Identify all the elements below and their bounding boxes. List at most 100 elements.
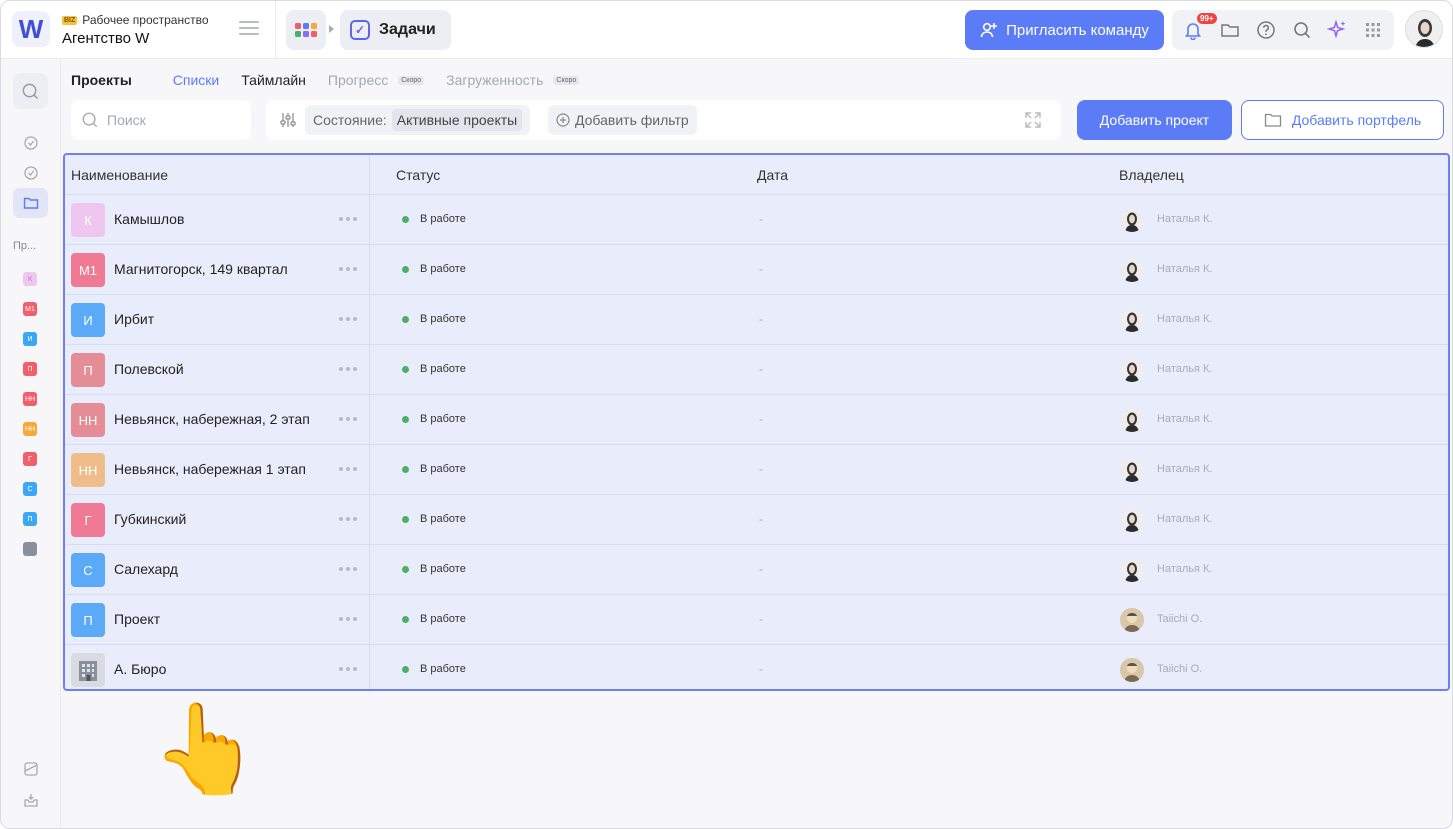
- date-value[interactable]: -: [759, 612, 763, 626]
- column-header-name[interactable]: Наименование: [71, 167, 168, 183]
- more-options-icon[interactable]: [339, 617, 357, 621]
- rail-project[interactable]: М1: [23, 302, 37, 316]
- column-header-status[interactable]: Статус: [396, 167, 440, 183]
- apps-switcher-button[interactable]: [286, 10, 326, 50]
- search-icon[interactable]: [1292, 20, 1312, 40]
- tab-workload[interactable]: Загруженность Скоро: [446, 72, 580, 88]
- status-text[interactable]: В работе: [420, 263, 466, 275]
- workspace-name[interactable]: Агентство W: [62, 30, 149, 47]
- grid-icon[interactable]: [1363, 20, 1383, 40]
- status-text[interactable]: В работе: [420, 463, 466, 475]
- project-name[interactable]: Проект: [114, 611, 160, 627]
- state-filter-chip[interactable]: Состояние: Активные проекты: [305, 105, 531, 135]
- table-row[interactable]: НН Невьянск, набережная, 2 этап В работе - Н…: [65, 395, 1448, 445]
- add-filter-button[interactable]: Добавить фильтр: [548, 105, 697, 135]
- owner-name[interactable]: Taiichi O.: [1157, 613, 1202, 625]
- project-name[interactable]: Ирбит: [114, 311, 154, 327]
- owner-name[interactable]: Наталья К.: [1157, 463, 1212, 475]
- inbox-icon[interactable]: [23, 792, 39, 808]
- archive-icon[interactable]: [23, 761, 39, 777]
- rail-project[interactable]: К: [23, 272, 37, 286]
- invite-team-button[interactable]: Пригласить команду: [965, 10, 1164, 50]
- rail-project[interactable]: И: [23, 332, 37, 346]
- status-text[interactable]: В работе: [420, 313, 466, 325]
- tab-progress[interactable]: Прогресс Скоро: [328, 72, 425, 88]
- date-value[interactable]: -: [759, 562, 763, 576]
- status-text[interactable]: В работе: [420, 363, 466, 375]
- breadcrumb-tasks[interactable]: ✓ Задачи: [340, 10, 451, 50]
- date-value[interactable]: -: [759, 662, 763, 676]
- rail-project[interactable]: НН: [23, 392, 37, 406]
- project-name[interactable]: Невьянск, набережная, 2 этап: [114, 411, 310, 427]
- filter-sliders-icon[interactable]: [279, 111, 297, 129]
- table-row[interactable]: Г Губкинский В работе - Наталья К.: [65, 495, 1448, 545]
- help-icon[interactable]: [1256, 20, 1276, 40]
- tab-timeline[interactable]: Таймлайн: [241, 72, 306, 88]
- table-row[interactable]: П Проект В работе - Taiichi O.: [65, 595, 1448, 645]
- rail-project[interactable]: НН: [23, 422, 37, 436]
- owner-name[interactable]: Наталья К.: [1157, 213, 1212, 225]
- rail-project[interactable]: П: [23, 512, 37, 526]
- date-value[interactable]: -: [759, 362, 763, 376]
- owner-name[interactable]: Наталья К.: [1157, 263, 1212, 275]
- column-header-owner[interactable]: Владелец: [1119, 167, 1184, 183]
- add-portfolio-button[interactable]: Добавить портфель: [1241, 100, 1444, 140]
- task-check-icon[interactable]: [23, 165, 39, 181]
- owner-name[interactable]: Наталья К.: [1157, 513, 1212, 525]
- rail-search-button[interactable]: [13, 73, 48, 109]
- status-text[interactable]: В работе: [420, 513, 466, 525]
- status-text[interactable]: В работе: [420, 563, 466, 575]
- owner-name[interactable]: Наталья К.: [1157, 313, 1212, 325]
- table-row[interactable]: К Камышлов В работе - Наталья К.: [65, 195, 1448, 245]
- project-name[interactable]: Салехард: [114, 561, 178, 577]
- expand-icon[interactable]: [1024, 111, 1042, 129]
- project-name[interactable]: Камышлов: [114, 211, 184, 227]
- rail-projects-button[interactable]: [13, 188, 48, 218]
- owner-name[interactable]: Taiichi O.: [1157, 663, 1202, 675]
- more-options-icon[interactable]: [339, 567, 357, 571]
- date-value[interactable]: -: [759, 262, 763, 276]
- table-row[interactable]: М1 Магнитогорск, 149 квартал В работе - Ната…: [65, 245, 1448, 295]
- status-text[interactable]: В работе: [420, 613, 466, 625]
- date-value[interactable]: -: [759, 412, 763, 426]
- status-text[interactable]: В работе: [420, 663, 466, 675]
- rail-project-building-icon[interactable]: [23, 542, 37, 556]
- task-done-icon[interactable]: [23, 135, 39, 151]
- table-row[interactable]: НН Невьянск, набережная 1 этап В работе - На…: [65, 445, 1448, 495]
- more-options-icon[interactable]: [339, 367, 357, 371]
- search-input[interactable]: Поиск: [71, 100, 251, 140]
- project-name[interactable]: Магнитогорск, 149 квартал: [114, 261, 288, 277]
- rail-project[interactable]: С: [23, 482, 37, 496]
- ai-sparkle-icon[interactable]: [1327, 20, 1347, 40]
- status-text[interactable]: В работе: [420, 413, 466, 425]
- user-avatar[interactable]: [1405, 10, 1443, 48]
- more-options-icon[interactable]: [339, 667, 357, 671]
- date-value[interactable]: -: [759, 512, 763, 526]
- table-row[interactable]: П Полевской В работе - Наталья К.: [65, 345, 1448, 395]
- status-text[interactable]: В работе: [420, 213, 466, 225]
- owner-name[interactable]: Наталья К.: [1157, 563, 1212, 575]
- add-project-button[interactable]: Добавить проект: [1077, 100, 1232, 140]
- project-name[interactable]: А. Бюро: [114, 661, 166, 677]
- date-value[interactable]: -: [759, 212, 763, 226]
- table-row[interactable]: И Ирбит В работе - Наталья К.: [65, 295, 1448, 345]
- project-name[interactable]: Полевской: [114, 361, 184, 377]
- more-options-icon[interactable]: [339, 417, 357, 421]
- rail-project[interactable]: Г: [23, 452, 37, 466]
- project-name[interactable]: Губкинский: [114, 511, 186, 527]
- column-header-date[interactable]: Дата: [757, 167, 788, 183]
- owner-name[interactable]: Наталья К.: [1157, 413, 1212, 425]
- menu-icon[interactable]: [239, 21, 259, 37]
- more-options-icon[interactable]: [339, 517, 357, 521]
- project-name[interactable]: Невьянск, набережная 1 этап: [114, 461, 306, 477]
- more-options-icon[interactable]: [339, 217, 357, 221]
- app-logo[interactable]: W: [12, 11, 50, 47]
- more-options-icon[interactable]: [339, 317, 357, 321]
- folder-icon[interactable]: [1220, 20, 1240, 40]
- tab-lists[interactable]: Списки: [173, 72, 219, 88]
- more-options-icon[interactable]: [339, 267, 357, 271]
- table-row[interactable]: А. Бюро В работе - Taiichi O.: [65, 645, 1448, 689]
- more-options-icon[interactable]: [339, 467, 357, 471]
- table-row[interactable]: С Салехард В работе - Наталья К.: [65, 545, 1448, 595]
- date-value[interactable]: -: [759, 462, 763, 476]
